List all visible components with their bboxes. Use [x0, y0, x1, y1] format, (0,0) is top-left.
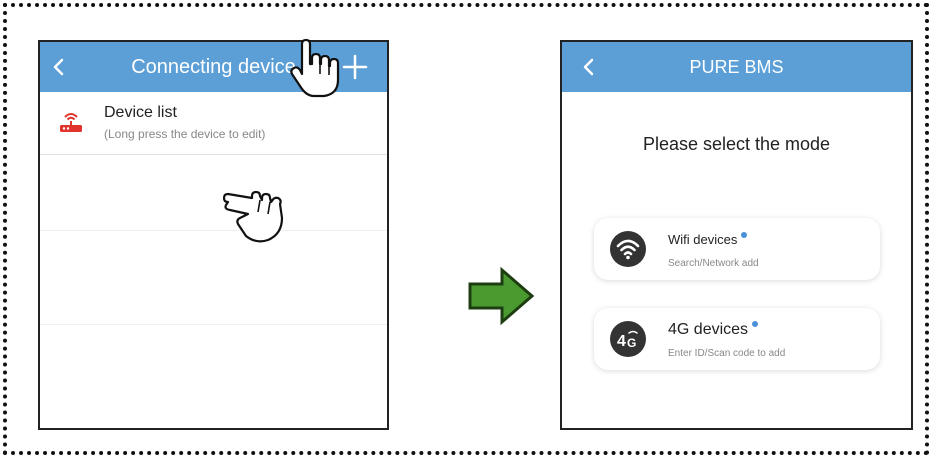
mode-prompt: Please select the mode — [642, 134, 831, 154]
mode-selection-screen: PURE BMS Please select the mode Wifi dev… — [560, 40, 913, 430]
4g-icon: 4 G — [610, 321, 646, 357]
router-icon — [60, 113, 82, 132]
svg-text:4: 4 — [617, 333, 626, 350]
app-bar: PURE BMS — [562, 42, 911, 92]
wifi-devices-label: Wifi devices — [668, 232, 748, 247]
divider — [40, 230, 387, 231]
4g-devices-label: 4G devices — [668, 321, 759, 339]
device-list-item[interactable]: Device list (Long press the device to ed… — [40, 92, 387, 155]
wifi-icon — [610, 231, 646, 267]
status-dot — [741, 232, 748, 238]
svg-text:G: G — [627, 336, 636, 350]
device-list-title: Device list — [104, 104, 177, 121]
next-step-arrow-icon — [468, 266, 535, 326]
wifi-devices-subtitle: Search/Network add — [668, 258, 759, 269]
pointing-hand-icon — [290, 38, 340, 98]
4g-devices-subtitle: Enter ID/Scan code to add — [668, 348, 786, 359]
wifi-devices-option[interactable]: Wifi devices Search/Network add — [594, 218, 880, 280]
pointing-hand-icon — [222, 190, 284, 243]
divider — [40, 324, 387, 325]
page-title: PURE BMS — [689, 57, 784, 77]
status-dot — [752, 321, 759, 327]
device-list-subtitle: (Long press the device to edit) — [104, 127, 266, 141]
4g-devices-option[interactable]: 4 G 4G devices Enter ID/Scan code to add — [594, 308, 880, 370]
